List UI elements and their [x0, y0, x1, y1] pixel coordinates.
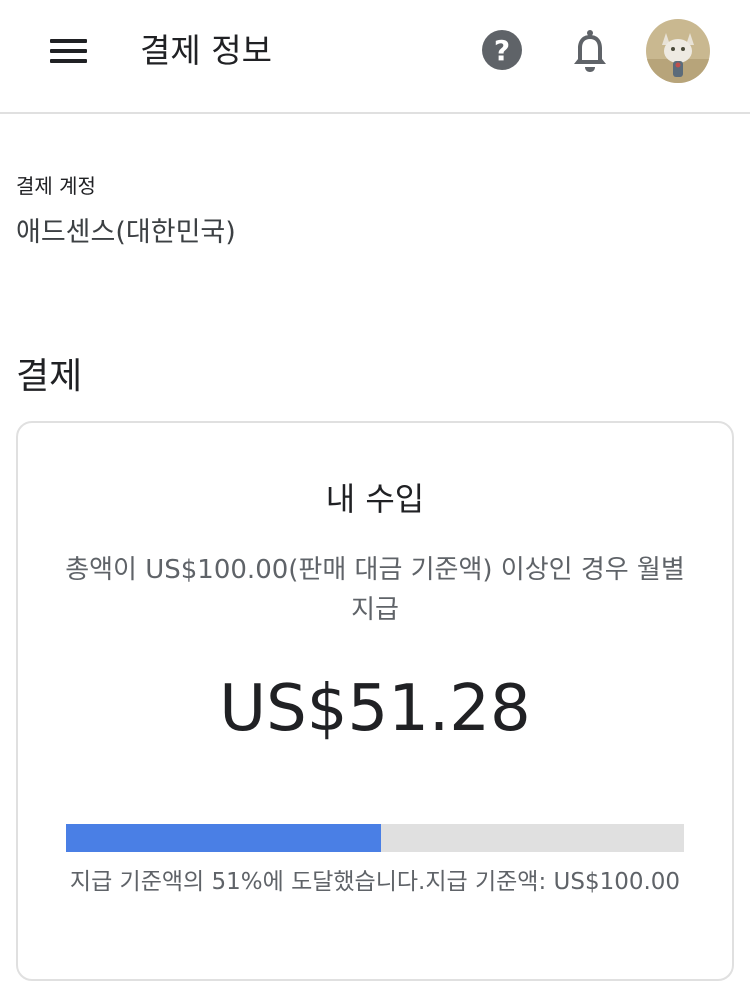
svg-text:?: ?	[494, 34, 510, 67]
help-icon[interactable]: ?	[482, 30, 522, 70]
bell-icon[interactable]	[570, 28, 610, 74]
payment-threshold-description: 총액이 US$100.00(판매 대금 기준액) 이상인 경우 월별 지급	[65, 555, 685, 625]
billing-account-value: 애드센스(대한민국)	[16, 217, 236, 248]
page-title: 결제 정보	[140, 31, 272, 70]
progress-caption: 지급 기준액의 51%에 도달했습니다.지급 기준액: US$100.00	[69, 869, 681, 895]
payments-section-title: 결제	[16, 356, 83, 397]
app-bar: 결제 정보 ?	[0, 0, 750, 114]
hamburger-menu-icon[interactable]	[40, 28, 96, 74]
earnings-amount: US$51.28	[219, 672, 531, 746]
avatar[interactable]	[646, 19, 710, 83]
billing-account-label: 결제 계정	[16, 174, 96, 198]
progress-bar-fill	[66, 824, 382, 852]
payment-threshold-progress-bar	[66, 824, 684, 852]
earnings-card-title: 내 수입	[325, 480, 425, 518]
